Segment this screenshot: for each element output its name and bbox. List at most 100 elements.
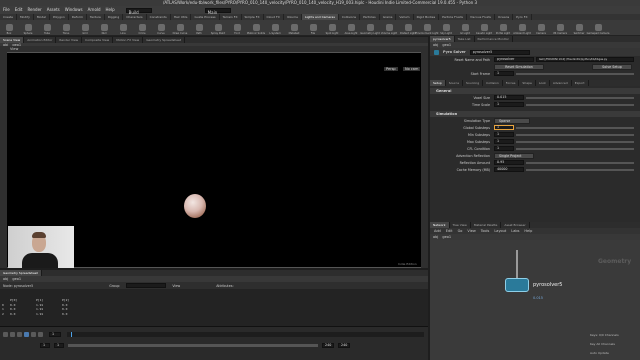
tab-collision[interactable]: Collision — [483, 80, 503, 86]
net-menu-edit[interactable]: Edit — [446, 229, 453, 233]
persp-menu[interactable]: Persp — [384, 67, 398, 71]
shelf-tool[interactable]: Grid — [76, 21, 94, 35]
time-scale-field[interactable]: 1 — [494, 102, 524, 107]
tab-look[interactable]: Look — [536, 80, 550, 86]
advection-reflection-menu[interactable]: Single Project — [494, 152, 534, 159]
menu-file[interactable]: File — [3, 6, 10, 14]
voxel-size-slider[interactable] — [526, 96, 634, 99]
net-menu-add[interactable]: Add — [434, 229, 441, 233]
shelf-tool[interactable]: Environment Light — [416, 21, 439, 35]
tab-take-list[interactable]: Take List — [455, 36, 475, 42]
path-geo1[interactable]: geo1 — [442, 234, 451, 240]
shelf-tool[interactable]: Line — [114, 21, 132, 35]
global-substeps-field[interactable]: 1 — [494, 125, 514, 130]
start-frame-slider[interactable] — [516, 72, 634, 75]
min-substeps-slider[interactable] — [516, 133, 634, 136]
timeline-ruler[interactable] — [67, 332, 424, 337]
tab-network[interactable]: Network — [430, 222, 450, 228]
timeline-cursor[interactable] — [71, 332, 72, 337]
menu-assets[interactable]: Assets — [47, 6, 60, 14]
range-start-field[interactable]: 1 — [40, 343, 50, 348]
shelf-tool[interactable]: GI Light — [456, 21, 474, 35]
path-obj[interactable]: obj — [433, 234, 438, 240]
tab-asset-browser[interactable]: Asset Browser — [501, 222, 530, 228]
shelf-tool[interactable]: Spray Paint — [209, 21, 227, 35]
shelf-tool[interactable]: Tube — [38, 21, 56, 35]
shelf-tool[interactable]: Distant Light — [399, 21, 417, 35]
cfl-condition-slider[interactable] — [516, 147, 634, 150]
shelf-tool[interactable]: Torus — [57, 21, 75, 35]
net-menu-labs[interactable]: Labs — [511, 229, 519, 233]
path-geo1[interactable]: geo1 — [12, 276, 21, 282]
net-menu-tools[interactable]: Tools — [481, 229, 490, 233]
net-menu-go[interactable]: Go — [458, 229, 463, 233]
shelf-tool[interactable]: Font — [228, 21, 246, 35]
path-obj[interactable]: obj — [433, 42, 438, 48]
simulation-type-menu[interactable]: Sparse — [494, 117, 530, 124]
pyrosolver-node[interactable] — [505, 278, 529, 292]
shelf-tool[interactable]: Gamepad Camera — [587, 21, 609, 35]
main-desktop-select[interactable]: Main — [204, 7, 231, 15]
tab-shape[interactable]: Shape — [519, 80, 536, 86]
shelf-tool[interactable]: Area Light — [342, 21, 360, 35]
range-end-field[interactable]: 240 — [322, 343, 334, 348]
reflection-amount-field[interactable]: 0.95 — [494, 160, 524, 165]
range-slider[interactable] — [68, 344, 318, 347]
global-substeps-slider[interactable] — [516, 126, 634, 129]
reflection-amount-slider[interactable] — [526, 161, 634, 164]
view-label[interactable]: View — [172, 284, 180, 288]
first-frame-icon[interactable] — [3, 332, 8, 337]
menu-edit[interactable]: Edit — [15, 6, 23, 14]
tab-advanced[interactable]: Advanced — [550, 80, 572, 86]
sim-name-field[interactable]: pyrosolver — [494, 57, 534, 62]
shelf-tool[interactable]: Caustic Light — [475, 21, 493, 35]
cache-memory-field[interactable]: 40000 — [494, 167, 524, 172]
play-reverse-icon[interactable] — [17, 332, 22, 337]
shelf-tool[interactable]: Volume Light — [380, 21, 398, 35]
shelf-tool[interactable]: L-System — [266, 21, 284, 35]
solve-setup-button[interactable]: Solve Setup — [592, 63, 632, 70]
shelf-tool[interactable]: Path — [190, 21, 208, 35]
path-geo1[interactable]: geo1 — [442, 42, 451, 48]
max-substeps-field[interactable]: 1 — [494, 139, 514, 144]
shelf-tool[interactable]: Switcher — [570, 21, 588, 35]
start-frame-field[interactable]: 1 — [494, 71, 514, 76]
max-substeps-slider[interactable] — [516, 140, 634, 143]
menu-help[interactable]: Help — [106, 6, 115, 14]
tab-export[interactable]: Export — [572, 80, 589, 86]
net-menu-view[interactable]: View — [467, 229, 475, 233]
shelf-tool[interactable]: Sphere — [19, 21, 37, 35]
tab-forces[interactable]: Forces — [503, 80, 520, 86]
current-frame-field[interactable]: 1 — [49, 332, 61, 337]
tab-source[interactable]: Source — [446, 80, 464, 86]
shelf-tool[interactable]: Metaball — [285, 21, 303, 35]
net-menu-layout[interactable]: Layout — [494, 229, 506, 233]
shelf-tool[interactable]: Null — [95, 21, 113, 35]
time-scale-slider[interactable] — [526, 103, 634, 106]
shelf-tool[interactable]: Spot Light — [323, 21, 341, 35]
shelf-tool[interactable]: VR Camera — [551, 21, 569, 35]
last-frame-icon[interactable] — [38, 332, 43, 337]
tab-tree-view[interactable]: Tree View — [450, 222, 471, 228]
shelf-tool[interactable]: Sky Light — [437, 21, 455, 35]
shelf-tool[interactable]: Portal Light — [494, 21, 512, 35]
voxel-size-field[interactable]: 0.015 — [494, 95, 524, 100]
shelf-tool[interactable]: Ambient Light — [513, 21, 531, 35]
group-field[interactable] — [126, 283, 167, 288]
tab-material-palette[interactable]: Material Palette — [471, 222, 502, 228]
menu-render[interactable]: Render — [27, 6, 41, 14]
auto-update-menu[interactable]: Auto Update — [590, 351, 609, 355]
menu-arnold[interactable]: Arnold — [88, 6, 101, 14]
tab-sourcing[interactable]: Sourcing — [463, 80, 484, 86]
cache-memory-slider[interactable] — [526, 168, 634, 171]
range-start-field-2[interactable]: 1 — [54, 343, 64, 348]
next-key-icon[interactable] — [31, 332, 36, 337]
tab-performance-monitor[interactable]: Performance Monitor — [475, 36, 513, 42]
reset-simulation-button[interactable]: Reset Simulation — [494, 63, 544, 70]
camera-menu[interactable]: No cam — [403, 67, 421, 71]
shelf-tool[interactable]: Camera — [532, 21, 550, 35]
shelf-tool[interactable]: Draw Curve — [171, 21, 189, 35]
play-icon[interactable] — [24, 332, 29, 337]
shelf-tool[interactable]: Box — [0, 21, 18, 35]
path-field[interactable]: Get [/HOUDINI 19.0] /HoudiniDir/python/l… — [536, 57, 634, 62]
